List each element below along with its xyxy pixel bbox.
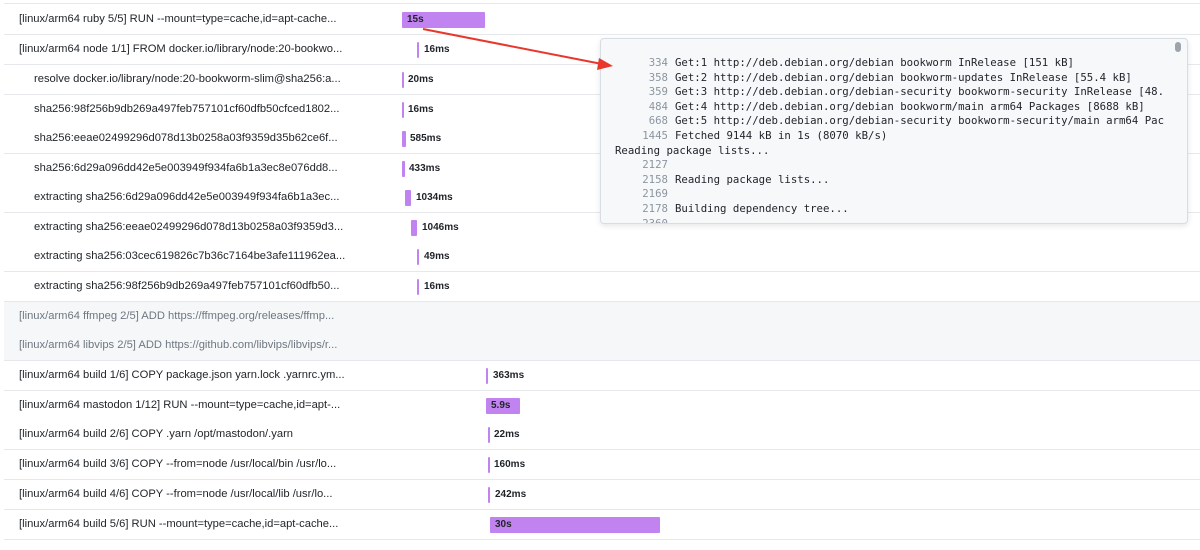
duration-bar (486, 368, 488, 384)
log-line-number: 334 (648, 56, 668, 69)
log-line: 2158 Reading package lists... (615, 173, 1170, 188)
log-line: 1445 Fetched 9144 kB in 1s (8070 kB/s) (615, 129, 1170, 144)
log-line-text: Get:4 http://deb.debian.org/debian bookw… (675, 99, 1145, 113)
duration-label: 16ms (424, 44, 450, 55)
log-line-text: Reading package lists... (675, 172, 830, 186)
step-label: extracting sha256:6d29a096dd42e5e003949f… (34, 191, 340, 203)
log-line-number: 2169 (642, 187, 668, 201)
timeline-row[interactable]: [linux/arm64 build 4/6] COPY --from=node… (4, 480, 1200, 510)
log-line-text: Get:3 http://deb.debian.org/debian-secur… (675, 85, 1165, 99)
duration-label: 5.9s (491, 400, 511, 411)
duration-bar (417, 249, 419, 265)
timeline-row[interactable]: extracting sha256:98f256b9db269a497feb75… (4, 272, 1200, 302)
step-label: [linux/arm64 build 3/6] COPY --from=node… (19, 458, 337, 470)
log-line: Reading package lists... (615, 144, 1170, 159)
log-output-panel[interactable]: 334 Get:1 http://deb.debian.org/debian bo… (600, 38, 1188, 224)
timeline-row[interactable]: [linux/arm64 build 3/6] COPY --from=node… (4, 450, 1200, 480)
log-line-text: Get:5 http://deb.debian.org/debian-secur… (675, 114, 1165, 128)
duration-label: 16ms (408, 104, 434, 115)
step-label: extracting sha256:03cec619826c7b36c7164b… (34, 250, 346, 262)
duration-bar (488, 427, 490, 443)
step-label: [linux/arm64 build 5/6] RUN --mount=type… (19, 518, 339, 530)
duration-label: 49ms (424, 251, 450, 262)
step-label: [linux/arm64 build 2/6] COPY .yarn /opt/… (19, 428, 294, 440)
duration-bar (488, 457, 490, 473)
log-line-number: 484 (648, 99, 668, 113)
duration-bar: 30s (490, 517, 660, 533)
timeline-row[interactable]: [linux/arm64 build 5/6] RUN --mount=type… (4, 510, 1200, 540)
log-line-number: 2158 (642, 172, 668, 186)
log-line-text: Get:1 http://deb.debian.org/debian bookw… (675, 56, 1074, 69)
duration-bar: 15s (402, 12, 485, 28)
timeline-row-cached[interactable]: [linux/arm64 libvips 2/5] ADD https://gi… (4, 331, 1200, 361)
log-line-number: 359 (648, 85, 668, 99)
log-line-text: Building dependency tree... (675, 201, 849, 215)
duration-bar (402, 161, 405, 177)
log-lines: 334 Get:1 http://deb.debian.org/debian bo… (615, 56, 1170, 224)
log-line-text: Get:2 http://deb.debian.org/debian bookw… (675, 70, 1132, 84)
duration-bar (402, 72, 404, 88)
log-line-number: 2178 (642, 201, 668, 215)
step-label: [linux/arm64 build 4/6] COPY --from=node… (19, 488, 333, 500)
step-label: sha256:eeae02499296d078d13b0258a03f9359d… (34, 132, 338, 144)
log-line-text: Fetched 9144 kB in 1s (8070 kB/s) (675, 128, 888, 142)
duration-bar: 5.9s (486, 398, 520, 414)
duration-label: 20ms (408, 74, 434, 85)
timeline-row[interactable]: [linux/arm64 ruby 5/5] RUN --mount=type=… (4, 5, 1200, 35)
duration-label: 22ms (494, 429, 520, 440)
step-label: extracting sha256:98f256b9db269a497feb75… (34, 280, 340, 292)
step-label: [linux/arm64 ffmpeg 2/5] ADD https://ffm… (19, 310, 335, 322)
log-line-number: 358 (648, 70, 668, 84)
duration-bar (402, 131, 406, 147)
log-line: 668 Get:5 http://deb.debian.org/debian-se… (615, 114, 1170, 129)
build-timeline: [linux/arm64 ruby 5/5] RUN --mount=type=… (0, 0, 1200, 550)
log-line-number: 2127 (642, 158, 668, 172)
log-scrollbar-thumb[interactable] (1175, 42, 1181, 52)
log-line-number: 1445 (642, 128, 668, 142)
timeline-row[interactable]: [linux/arm64 mastodon 1/12] RUN --mount=… (4, 391, 1200, 421)
duration-bar (488, 487, 490, 503)
timeline-row[interactable]: [linux/arm64 build 1/6] COPY package.jso… (4, 361, 1200, 391)
step-label: [linux/arm64 node 1/1] FROM docker.io/li… (19, 43, 343, 55)
duration-label: 1046ms (422, 222, 459, 233)
duration-label: 433ms (409, 163, 441, 174)
log-line: 358 Get:2 http://deb.debian.org/debian bo… (615, 71, 1170, 86)
log-line: 334 Get:1 http://deb.debian.org/debian bo… (615, 56, 1170, 71)
log-line-text: Reading package lists... (615, 143, 770, 157)
log-line: 2169 (615, 187, 1170, 202)
duration-label: 363ms (493, 370, 525, 381)
step-label: [linux/arm64 build 1/6] COPY package.jso… (19, 369, 345, 381)
duration-label: 160ms (494, 459, 526, 470)
step-label: extracting sha256:eeae02499296d078d13b02… (34, 221, 344, 233)
log-line: 359 Get:3 http://deb.debian.org/debian-se… (615, 85, 1170, 100)
duration-bar (411, 220, 417, 236)
step-label: resolve docker.io/library/node:20-bookwo… (34, 73, 341, 85)
step-label: [linux/arm64 mastodon 1/12] RUN --mount=… (19, 399, 341, 411)
timeline-row-cached[interactable]: [linux/arm64 ffmpeg 2/5] ADD https://ffm… (4, 302, 1200, 332)
duration-label: 16ms (424, 281, 450, 292)
duration-bar (417, 42, 419, 58)
duration-label: 585ms (410, 133, 442, 144)
duration-label: 242ms (495, 489, 527, 500)
log-line-number: 2360 (642, 216, 668, 224)
log-scrollbar[interactable] (1172, 39, 1184, 223)
timeline-top-divider (4, 0, 1200, 4)
timeline-row[interactable]: [linux/arm64 build 2/6] COPY .yarn /opt/… (4, 420, 1200, 450)
log-line: 484 Get:4 http://deb.debian.org/debian bo… (615, 100, 1170, 115)
log-line: 2127 (615, 158, 1170, 173)
step-label: sha256:6d29a096dd42e5e003949f934fa6b1a3e… (34, 162, 338, 174)
log-line-number: 668 (648, 114, 668, 128)
duration-label: 30s (495, 519, 512, 530)
duration-bar (405, 190, 411, 206)
step-label: [linux/arm64 ruby 5/5] RUN --mount=type=… (19, 13, 337, 25)
log-line: 2360 (615, 216, 1170, 224)
log-line: 2178 Building dependency tree... (615, 202, 1170, 217)
duration-label: 15s (407, 14, 424, 25)
duration-label: 1034ms (416, 192, 453, 203)
duration-bar (417, 279, 419, 295)
step-label: [linux/arm64 libvips 2/5] ADD https://gi… (19, 339, 338, 351)
duration-bar (402, 102, 404, 118)
timeline-row[interactable]: extracting sha256:03cec619826c7b36c7164b… (4, 242, 1200, 272)
step-label: sha256:98f256b9db269a497feb757101cf60dfb… (34, 103, 340, 115)
